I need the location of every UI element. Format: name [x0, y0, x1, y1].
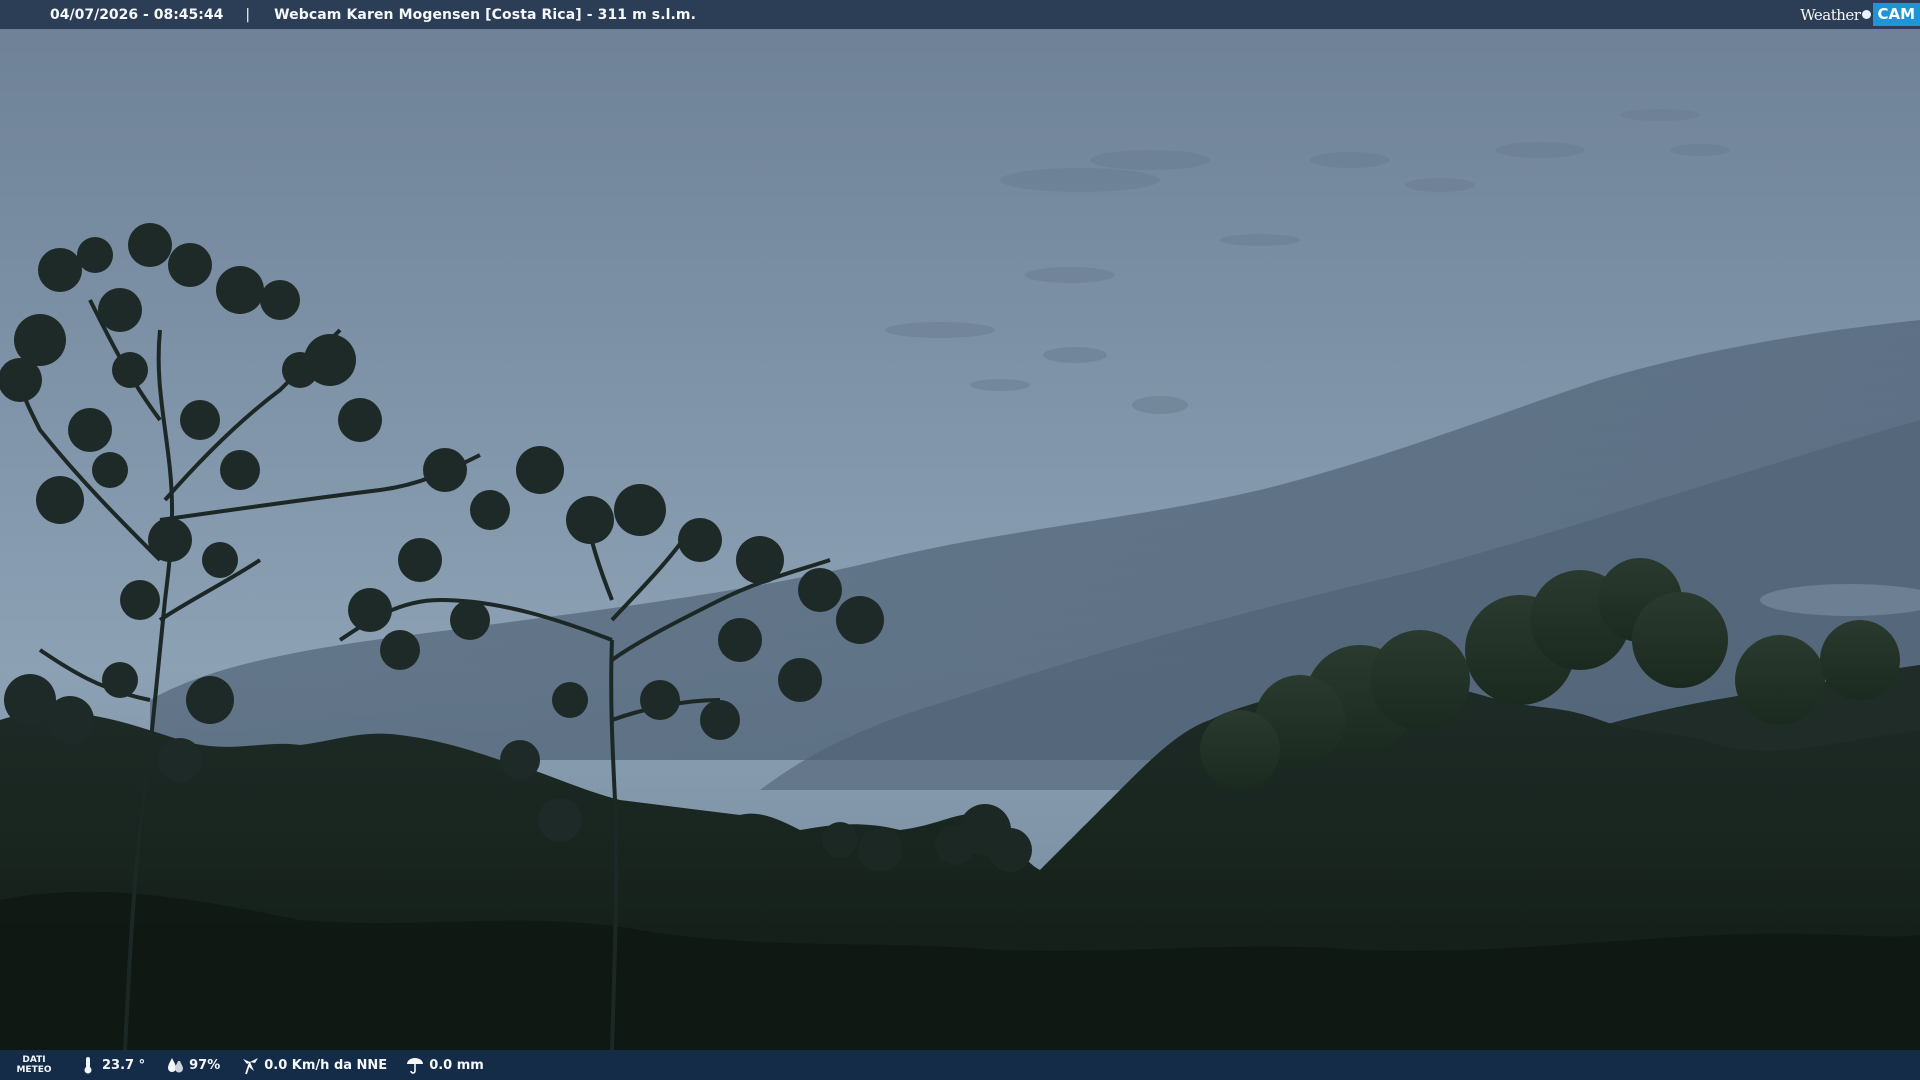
humidity-reading: 97%	[165, 1055, 220, 1075]
capture-timestamp: 04/07/2026 - 08:45:44	[50, 6, 224, 23]
rain-value: 0.0 mm	[429, 1057, 484, 1073]
meteo-label-line2: METEO	[16, 1065, 52, 1075]
meteo-label-line1: DATI	[22, 1055, 46, 1065]
temperature-value: 23.7 °	[102, 1057, 146, 1073]
humidity-drop-icon	[168, 1058, 184, 1073]
thermometer-icon	[84, 1057, 92, 1074]
logo-cam-text: CAM	[1873, 3, 1920, 26]
landscape-scene	[0, 0, 1920, 1080]
wind-reading: 0.0 Km/h da NNE	[240, 1055, 387, 1075]
humidity-value: 97%	[189, 1057, 221, 1073]
webcam-image	[0, 0, 1920, 1080]
weathercam-logo: Weather CAM	[1800, 0, 1920, 29]
meteo-bar: DATI METEO 23.7 ° 97% 0.0 Km/h da NNE 0.…	[0, 1050, 1920, 1080]
wind-value: 0.0 Km/h da NNE	[264, 1057, 388, 1073]
logo-dot-icon	[1862, 10, 1872, 19]
header-separator: |	[245, 6, 251, 23]
logo-weather-text: Weather	[1800, 5, 1861, 24]
temperature-reading: 23.7 °	[78, 1055, 145, 1075]
wind-icon	[243, 1058, 259, 1075]
rain-reading: 0.0 mm	[405, 1055, 484, 1075]
meteo-label: DATI METEO	[14, 1055, 54, 1075]
station-title: Webcam Karen Mogensen [Costa Rica] - 311…	[274, 6, 697, 23]
rain-icon	[407, 1058, 424, 1074]
header-bar: 04/07/2026 - 08:45:44 | Webcam Karen Mog…	[0, 0, 1920, 29]
